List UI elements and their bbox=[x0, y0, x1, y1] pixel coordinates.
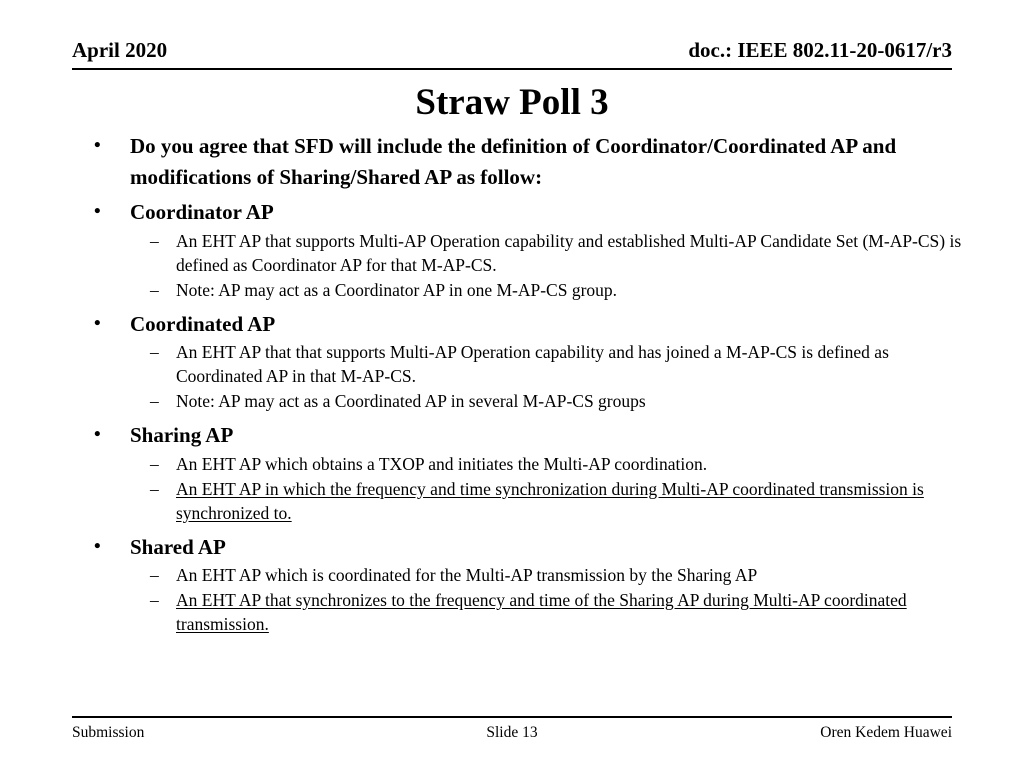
section-heading: • Sharing AP bbox=[88, 420, 968, 451]
dash-icon: – bbox=[150, 391, 159, 411]
section-heading: • Shared AP bbox=[88, 532, 968, 563]
section-coordinator-ap: • Coordinator AP – An EHT AP that suppor… bbox=[88, 197, 968, 302]
sub-bullet-label: An EHT AP which obtains a TXOP and initi… bbox=[176, 453, 708, 474]
dash-icon: – bbox=[150, 478, 159, 499]
section-shared-ap: • Shared AP – An EHT AP which is coordin… bbox=[88, 532, 968, 637]
header-document-number: doc.: IEEE 802.11-20-0617/r3 bbox=[688, 38, 952, 62]
sub-bullet: – An EHT AP which is coordinated for the… bbox=[88, 563, 968, 587]
header-date: April 2020 bbox=[72, 38, 168, 62]
section-heading-label: Coordinator AP bbox=[130, 200, 274, 224]
sub-bullet-label: An EHT AP in which the frequency and tim… bbox=[176, 478, 924, 523]
bullet-dot-icon: • bbox=[94, 135, 101, 156]
sub-bullet: – An EHT AP which obtains a TXOP and ini… bbox=[88, 452, 968, 476]
bullet-dot-icon: • bbox=[94, 312, 101, 334]
sub-bullet: – An EHT AP that that supports Multi-AP … bbox=[88, 340, 968, 388]
sub-bullet: – An EHT AP in which the frequency and t… bbox=[88, 477, 968, 525]
slide-header: April 2020 doc.: IEEE 802.11-20-0617/r3 bbox=[72, 38, 952, 70]
sub-bullet: – Note: AP may act as a Coordinator AP i… bbox=[88, 278, 968, 302]
section-sharing-ap: • Sharing AP – An EHT AP which obtains a… bbox=[88, 420, 968, 525]
slide-footer: Submission Slide 13 Oren Kedem Huawei bbox=[72, 716, 952, 743]
bullet-dot-icon: • bbox=[94, 201, 101, 222]
section-heading: • Coordinated AP bbox=[88, 309, 968, 340]
sub-bullet: – An EHT AP that supports Multi-AP Opera… bbox=[88, 229, 968, 277]
sub-bullet-label: An EHT AP that that supports Multi-AP Op… bbox=[176, 342, 889, 386]
sub-bullet: – Note: AP may act as a Coordinated AP i… bbox=[88, 389, 968, 413]
bullet-dot-icon: • bbox=[94, 535, 101, 557]
bullet-intro: • Do you agree that SFD will include the… bbox=[88, 131, 968, 192]
bullet-intro-label: Do you agree that SFD will include the d… bbox=[130, 134, 897, 189]
dash-icon: – bbox=[150, 279, 159, 300]
dash-icon: – bbox=[150, 342, 159, 362]
page-title: Straw Poll 3 bbox=[415, 82, 609, 123]
footer-submission-label: Submission bbox=[72, 724, 145, 741]
sub-bullet-label: An EHT AP which is coordinated for the M… bbox=[176, 565, 758, 585]
section-heading-label: Coordinated AP bbox=[130, 311, 276, 336]
sub-bullet-label: An EHT AP that synchronizes to the frequ… bbox=[176, 590, 907, 634]
slide: April 2020 doc.: IEEE 802.11-20-0617/r3 … bbox=[0, 0, 1024, 768]
sub-bullet-label: Note: AP may act as a Coordinator AP in … bbox=[176, 279, 618, 300]
section-heading-label: Shared AP bbox=[130, 534, 226, 559]
bullet-dot-icon: • bbox=[94, 424, 101, 445]
sub-bullet: – An EHT AP that synchronizes to the fre… bbox=[88, 588, 968, 636]
dash-icon: – bbox=[150, 590, 159, 610]
dash-icon: – bbox=[150, 230, 159, 251]
intro-group: • Do you agree that SFD will include the… bbox=[88, 131, 968, 192]
sub-bullet-label: An EHT AP that supports Multi-AP Operati… bbox=[176, 230, 962, 275]
sub-bullet-label: Note: AP may act as a Coordinated AP in … bbox=[176, 391, 646, 411]
footer-author-label: Oren Kedem Huawei bbox=[820, 724, 952, 741]
section-coordinated-ap: • Coordinated AP – An EHT AP that that s… bbox=[88, 309, 968, 414]
section-heading-label: Sharing AP bbox=[130, 423, 234, 447]
dash-icon: – bbox=[150, 453, 159, 474]
section-heading: • Coordinator AP bbox=[88, 197, 968, 228]
dash-icon: – bbox=[150, 565, 159, 585]
slide-body: • Do you agree that SFD will include the… bbox=[88, 131, 968, 637]
